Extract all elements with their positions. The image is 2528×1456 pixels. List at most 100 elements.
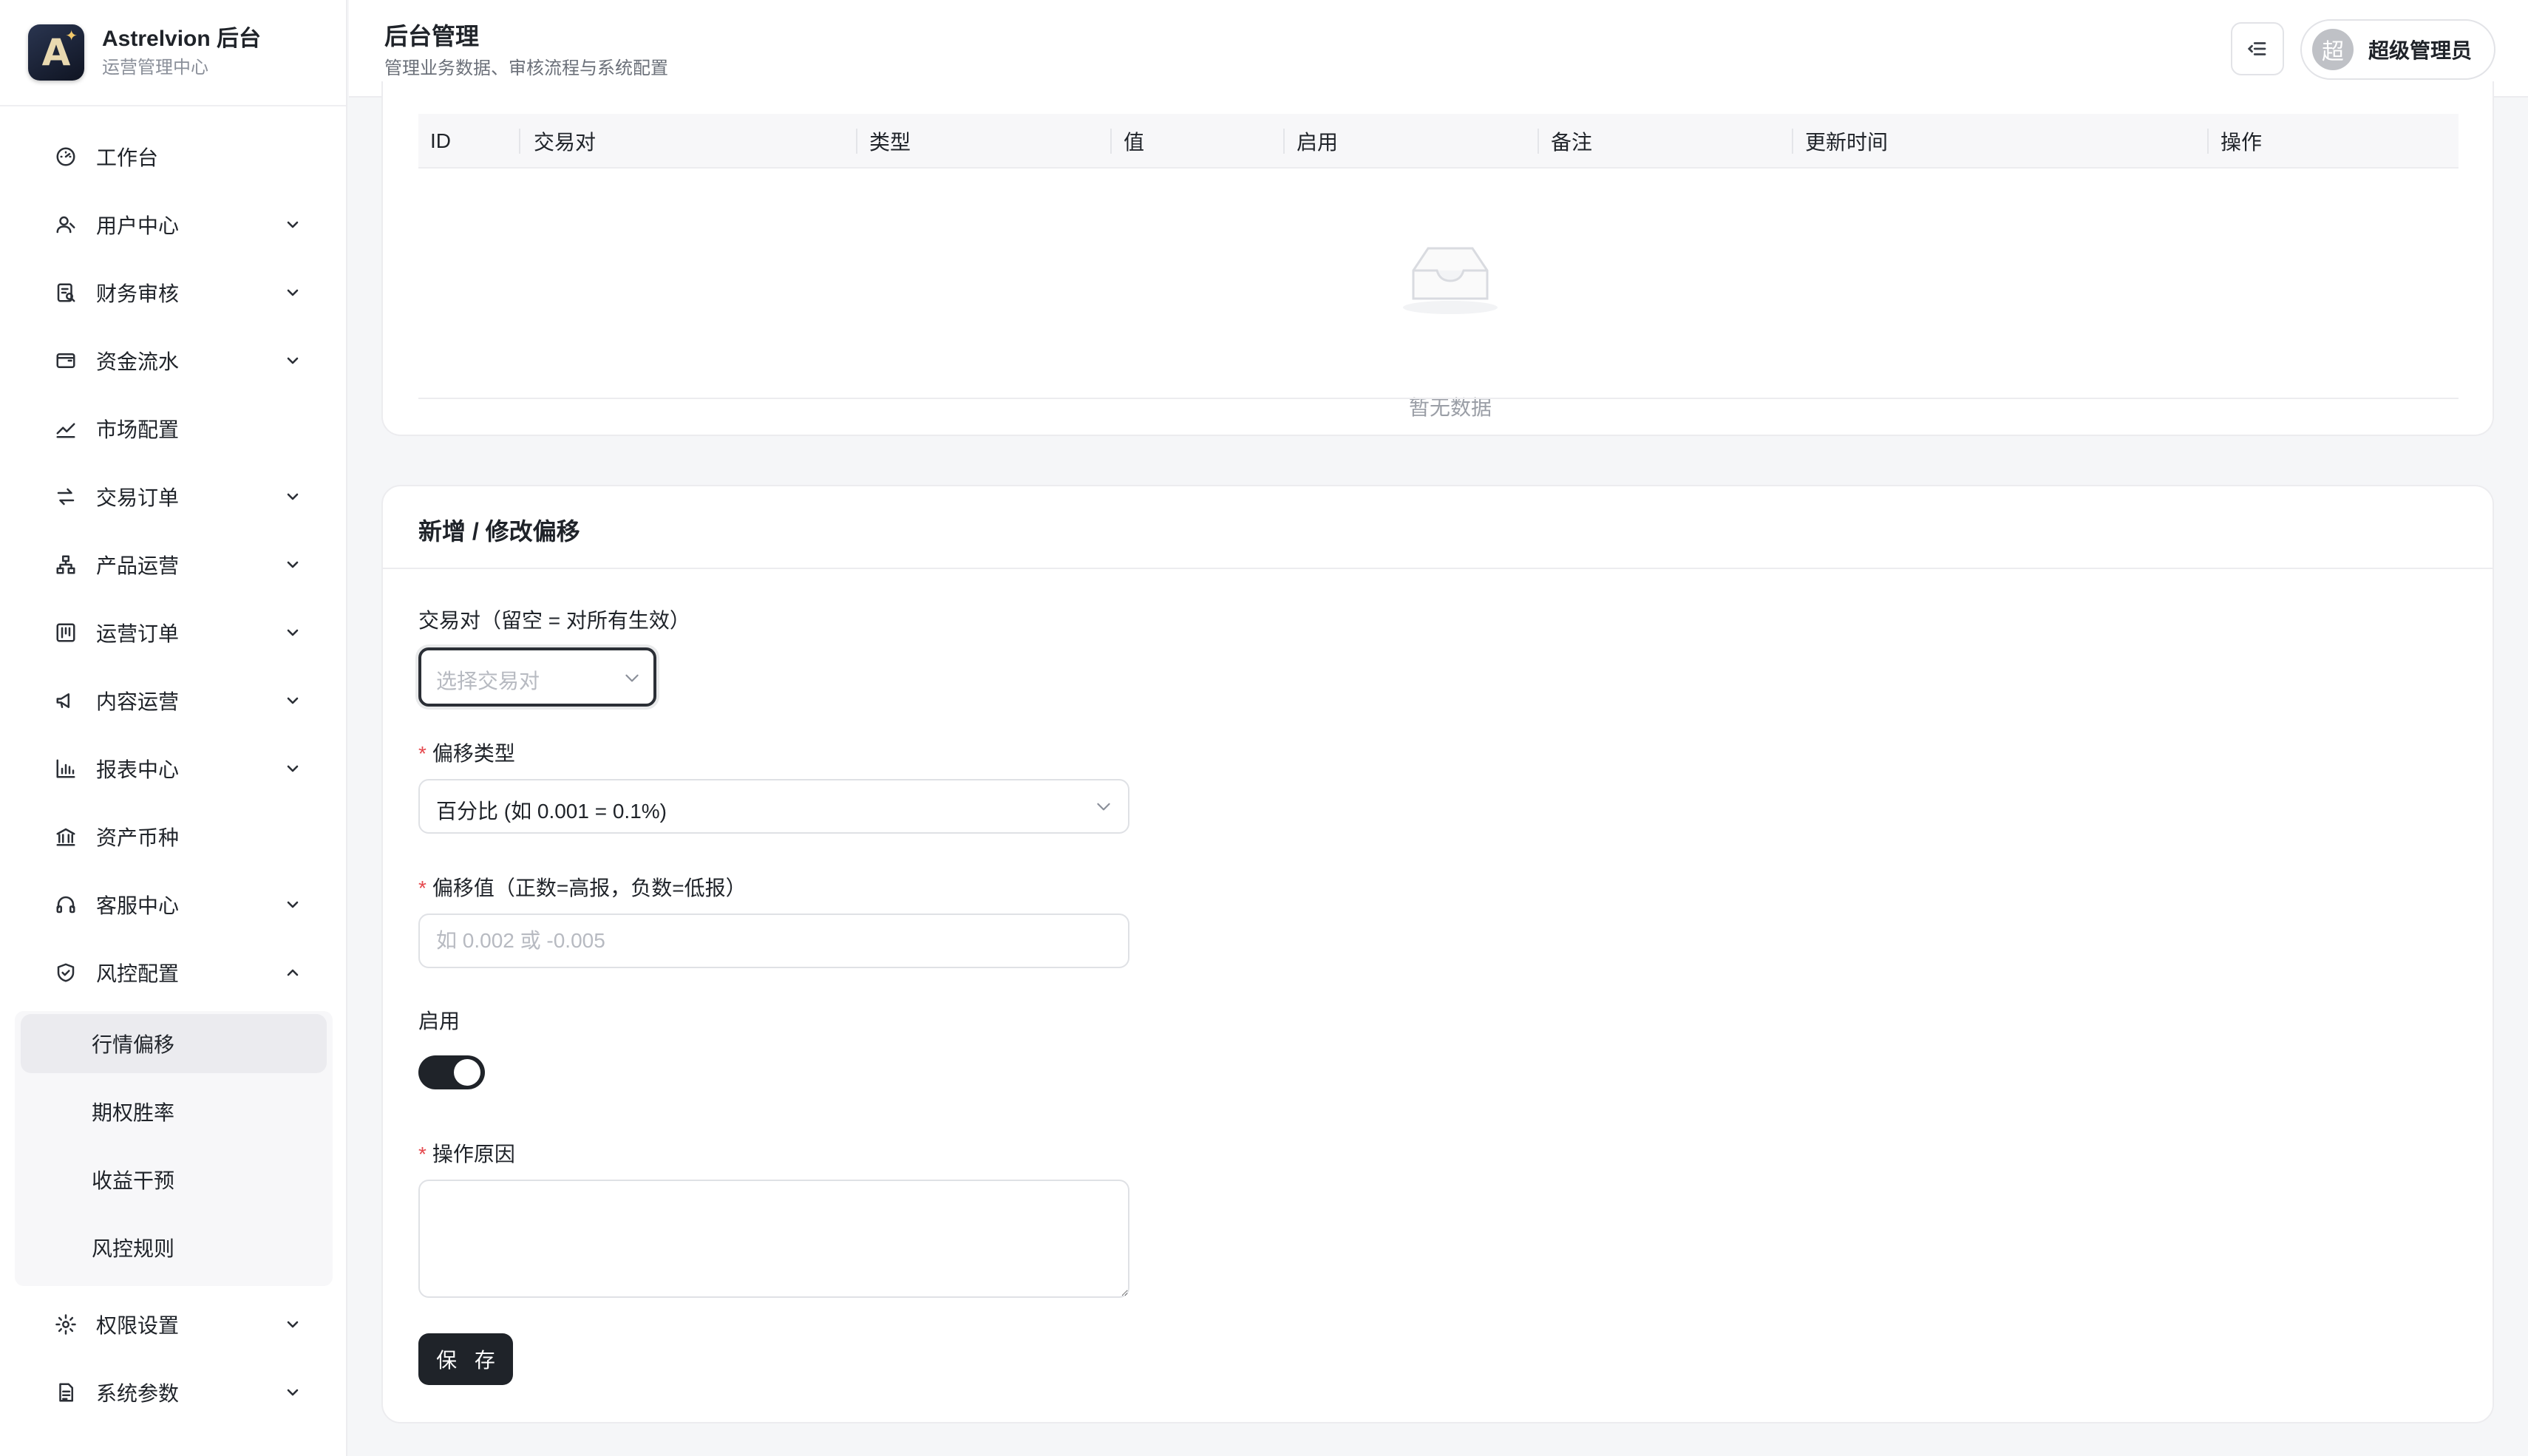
page-title: 后台管理 <box>384 23 480 50</box>
chevron-down-icon <box>281 757 305 780</box>
sidebar: A ✦ Astrelvion 后台 运营管理中心 工作台 用户中心 财务审核 资… <box>0 0 347 1456</box>
chevron-down-icon <box>281 689 305 712</box>
offset-type-value: 百分比 (如 0.001 = 0.1%) <box>436 800 667 823</box>
brand-title: Astrelvion 后台 <box>102 27 262 51</box>
pair-placeholder: 选择交易对 <box>436 670 540 693</box>
col-type: 类型 <box>869 131 911 154</box>
collapse-sidebar-button[interactable] <box>2231 22 2284 75</box>
col-remark: 备注 <box>1551 131 1593 154</box>
sidebar-item-label: 风控配置 <box>96 962 180 985</box>
chevron-down-icon <box>281 485 305 508</box>
pair-select[interactable]: 选择交易对 <box>418 647 656 707</box>
offset-table-card: ID 交易对 类型 值 启用 备注 更新时间 操作 暂无数据 <box>381 81 2494 436</box>
megaphone-icon <box>53 688 78 713</box>
chevron-down-icon <box>281 893 305 916</box>
finance-audit-icon <box>53 280 78 305</box>
save-button[interactable]: 保 存 <box>418 1333 513 1385</box>
menu-fold-icon <box>2247 42 2266 55</box>
sidebar-item-users[interactable]: 用户中心 <box>0 191 347 259</box>
sidebar-item-market-config[interactable]: 市场配置 <box>0 395 347 463</box>
sidebar-item-reports[interactable]: 报表中心 <box>0 735 347 803</box>
kanban-icon <box>53 620 78 645</box>
required-mark: * <box>418 742 427 765</box>
bank-icon <box>53 824 78 849</box>
sparkle-icon: ✦ <box>65 28 78 44</box>
user-name: 超级管理员 <box>2368 39 2473 62</box>
sidebar-item-label: 用户中心 <box>96 214 180 237</box>
chevron-down-icon <box>281 1313 305 1336</box>
table-header: ID 交易对 类型 值 启用 备注 更新时间 操作 <box>418 114 2459 169</box>
sitemap-icon <box>53 552 78 577</box>
sidebar-item-product-ops[interactable]: 产品运营 <box>0 531 347 599</box>
sidebar-subitem-risk-rules[interactable]: 风控规则 <box>21 1218 327 1277</box>
type-label: * 偏移类型 <box>418 742 515 765</box>
sidebar-item-label: 系统参数 <box>96 1382 180 1405</box>
chevron-down-icon <box>281 553 305 576</box>
brand-logo: A ✦ <box>28 24 84 81</box>
col-enabled: 启用 <box>1297 131 1339 154</box>
sidebar-item-label: 市场配置 <box>96 418 180 441</box>
toggle-knob <box>454 1059 480 1086</box>
col-pair: 交易对 <box>534 131 597 154</box>
empty-state-text: 暂无数据 <box>1408 396 1492 419</box>
sidebar-item-finance-audit[interactable]: 财务审核 <box>0 259 347 327</box>
chevron-up-icon <box>281 961 305 984</box>
col-value: 值 <box>1124 131 1145 154</box>
headset-icon <box>53 892 78 917</box>
chevron-down-icon <box>281 1381 305 1404</box>
sidebar-item-label: 产品运营 <box>96 554 180 577</box>
required-mark: * <box>418 877 427 899</box>
chevron-down-icon <box>281 281 305 305</box>
offset-value-label: * 偏移值（正数=高报，负数=低报） <box>418 877 747 899</box>
sidebar-item-label: 客服中心 <box>96 894 180 917</box>
enabled-toggle[interactable] <box>418 1055 485 1089</box>
brand[interactable]: A ✦ Astrelvion 后台 运营管理中心 <box>0 0 346 106</box>
risk-config-submenu: 行情偏移 期权胜率 收益干预 风控规则 <box>15 1011 333 1286</box>
wallet-icon <box>53 348 78 373</box>
user-icon <box>53 212 78 237</box>
sidebar-item-dashboard[interactable]: 工作台 <box>0 123 347 191</box>
offset-type-select[interactable]: 百分比 (如 0.001 = 0.1%) <box>418 779 1129 834</box>
document-icon <box>53 1380 78 1405</box>
sidebar-item-label: 内容运营 <box>96 690 180 713</box>
form-title: 新增 / 修改偏移 <box>418 518 580 545</box>
user-menu[interactable]: 超 超级管理员 <box>2300 19 2495 80</box>
sidebar-item-label: 财务审核 <box>96 282 180 305</box>
shield-check-icon <box>53 960 78 985</box>
sidebar-subitem-profit-intervention[interactable]: 收益干预 <box>21 1150 327 1209</box>
sidebar-item-support[interactable]: 客服中心 <box>0 871 347 939</box>
col-id: ID <box>430 129 451 152</box>
sidebar-item-fund-flow[interactable]: 资金流水 <box>0 327 347 395</box>
chevron-down-icon <box>1094 797 1113 816</box>
sidebar-item-permissions[interactable]: 权限设置 <box>0 1290 347 1358</box>
reason-label: * 操作原因 <box>418 1143 515 1166</box>
sidebar-item-risk-config[interactable]: 风控配置 <box>0 939 347 1007</box>
sidebar-item-label: 权限设置 <box>96 1314 180 1337</box>
sidebar-item-label: 工作台 <box>96 146 159 169</box>
enabled-label: 启用 <box>418 1010 461 1033</box>
chevron-down-icon <box>622 668 642 687</box>
required-mark: * <box>418 1143 427 1166</box>
col-actions: 操作 <box>2221 131 2263 154</box>
sidebar-item-label: 资金流水 <box>96 350 180 373</box>
empty-inbox-icon <box>1391 228 1509 316</box>
page-subtitle: 管理业务数据、审核流程与系统配置 <box>384 58 668 78</box>
offset-value-input[interactable] <box>418 914 1129 968</box>
sidebar-subitem-option-winrate[interactable]: 期权胜率 <box>21 1082 327 1141</box>
swap-arrows-icon <box>53 484 78 509</box>
sidebar-item-system-params[interactable]: 系统参数 <box>0 1358 347 1426</box>
brand-subtitle: 运营管理中心 <box>102 58 208 78</box>
trend-line-icon <box>53 416 78 441</box>
reason-textarea[interactable] <box>418 1180 1129 1298</box>
sidebar-item-content-ops[interactable]: 内容运营 <box>0 667 347 735</box>
gear-icon <box>53 1312 78 1337</box>
bar-chart-icon <box>53 756 78 781</box>
sidebar-item-label: 交易订单 <box>96 486 180 509</box>
sidebar-item-label: 报表中心 <box>96 758 180 781</box>
sidebar-item-trade-orders[interactable]: 交易订单 <box>0 463 347 531</box>
chevron-down-icon <box>281 349 305 372</box>
sidebar-subitem-market-offset[interactable]: 行情偏移 <box>21 1014 327 1073</box>
sidebar-item-assets[interactable]: 资产币种 <box>0 803 347 871</box>
sidebar-item-ops-orders[interactable]: 运营订单 <box>0 599 347 667</box>
chevron-down-icon <box>281 213 305 237</box>
